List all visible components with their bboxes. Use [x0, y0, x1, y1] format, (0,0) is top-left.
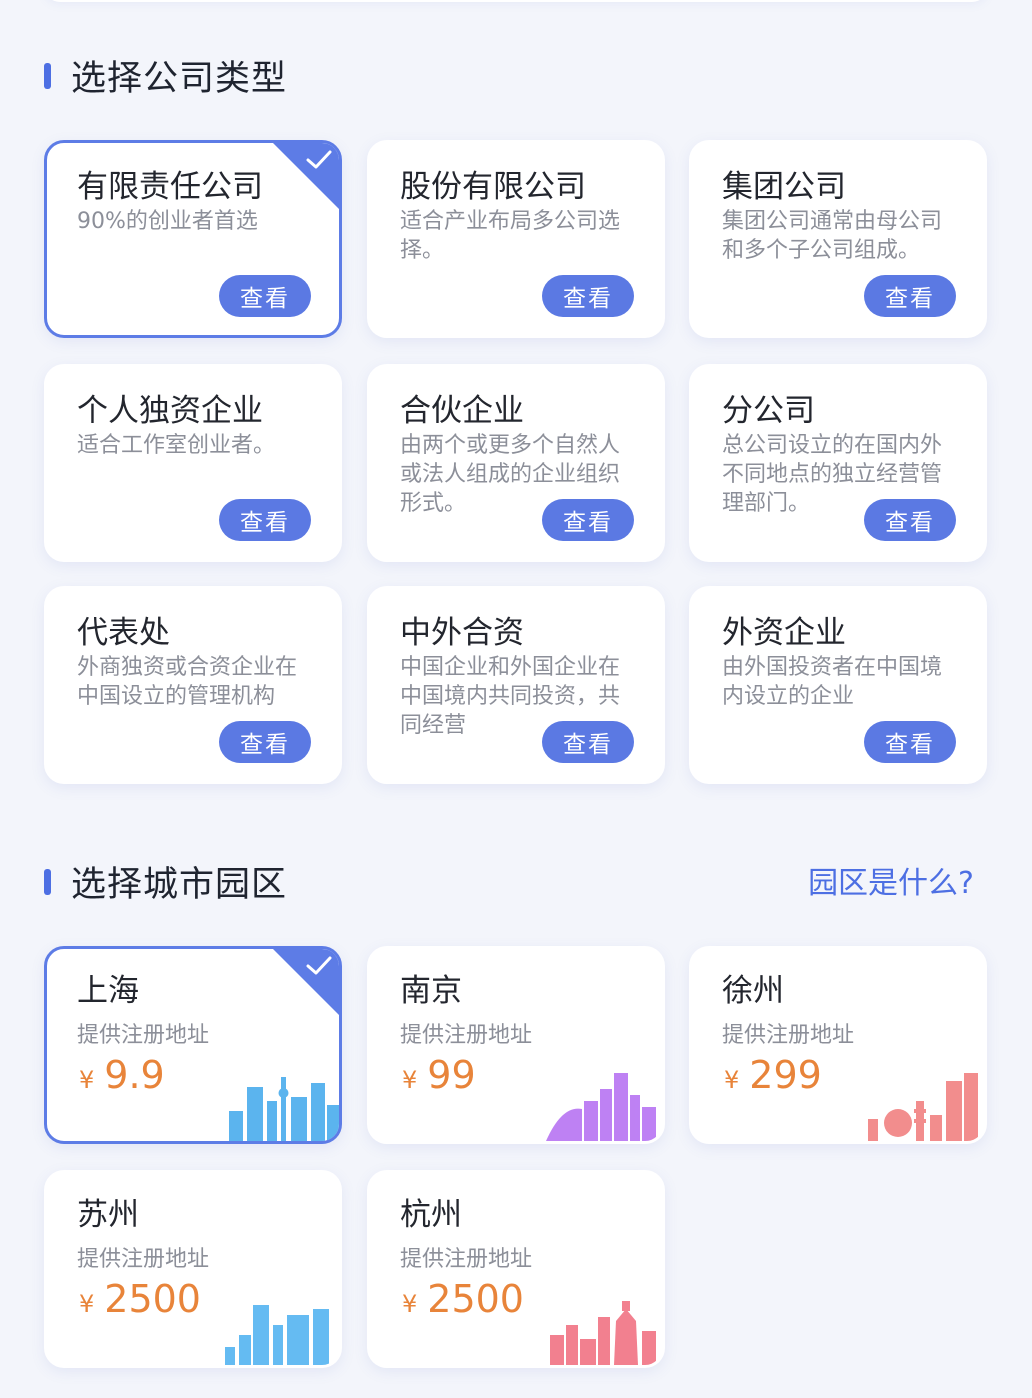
city-desc: 提供注册地址	[77, 1247, 210, 1272]
check-icon	[306, 956, 332, 975]
currency-symbol: ¥	[402, 1066, 418, 1094]
company-type-name: 外资企业	[722, 615, 846, 651]
price-value: 99	[427, 1053, 476, 1097]
price-value: 9.9	[104, 1053, 165, 1097]
view-button[interactable]: 查看	[219, 499, 311, 541]
city-price: ¥99	[402, 1053, 476, 1097]
view-button[interactable]: 查看	[864, 275, 956, 317]
company-type-name: 分公司	[722, 393, 815, 429]
company-type-card[interactable]: 股份有限公司适合产业布局多公司选择。查看	[367, 140, 665, 338]
company-type-card[interactable]: 外资企业由外国投资者在中国境内设立的企业查看	[689, 586, 987, 784]
city-desc: 提供注册地址	[722, 1023, 855, 1048]
city-park-header: 选择城市园区	[44, 856, 287, 907]
company-type-card[interactable]: 代表处外商独资或合资企业在中国设立的管理机构查看	[44, 586, 342, 784]
city-name: 徐州	[722, 973, 784, 1009]
currency-symbol: ¥	[79, 1290, 95, 1318]
company-type-name: 股份有限公司	[400, 169, 586, 205]
company-type-card[interactable]: 集团公司集团公司通常由母公司和多个子公司组成。查看	[689, 140, 987, 338]
company-type-card[interactable]: 中外合资 中国企业和外国企业在中国境内共同投资，共同经营 查看	[367, 586, 665, 784]
company-type-name: 集团公司	[722, 169, 846, 205]
city-name: 苏州	[77, 1197, 139, 1233]
city-park-card[interactable]: 徐州提供注册地址 ¥299	[689, 946, 987, 1144]
city-skyline-icon	[546, 1073, 656, 1141]
check-icon	[306, 150, 332, 169]
section-accent-bar	[44, 62, 51, 89]
company-type-name: 有限责任公司	[77, 169, 263, 205]
price-value: 2500	[427, 1277, 524, 1321]
company-type-desc: 适合产业布局多公司选择。	[400, 209, 621, 263]
company-type-desc: 由外国投资者在中国境内设立的企业	[722, 655, 943, 709]
company-type-card[interactable]: 有限责任公司 90%的创业者首选查看	[44, 140, 342, 338]
city-skyline-icon	[550, 1301, 656, 1365]
city-park-card[interactable]: 上海提供注册地址 ¥9.9	[44, 946, 342, 1144]
view-button[interactable]: 查看	[542, 499, 634, 541]
company-type-header: 选择公司类型	[44, 50, 287, 101]
view-button[interactable]: 查看	[864, 499, 956, 541]
city-price: ¥2500	[79, 1277, 201, 1321]
company-type-name: 中外合资	[400, 615, 524, 651]
company-type-card[interactable]: 合伙企业 由两个或更多个自然人或法人组成的企业组织形式。 查看	[367, 364, 665, 562]
company-type-name: 个人独资企业	[77, 393, 263, 429]
company-type-name: 合伙企业	[400, 393, 524, 429]
company-type-desc: 适合工作室创业者。	[77, 433, 276, 458]
view-button[interactable]: 查看	[219, 275, 311, 317]
city-name: 杭州	[400, 1197, 462, 1233]
company-type-desc: 集团公司通常由母公司和多个子公司组成。	[722, 209, 943, 263]
company-type-card[interactable]: 个人独资企业适合工作室创业者。查看	[44, 364, 342, 562]
currency-symbol: ¥	[724, 1066, 740, 1094]
currency-symbol: ¥	[402, 1290, 418, 1318]
city-price: ¥9.9	[79, 1053, 165, 1097]
park-help-link[interactable]: 园区是什么?	[808, 858, 974, 902]
city-park-card[interactable]: 杭州提供注册地址 ¥2500	[367, 1170, 665, 1368]
company-type-name: 代表处	[77, 615, 170, 651]
view-button[interactable]: 查看	[542, 721, 634, 763]
company-type-desc: 90%的创业者首选	[77, 209, 258, 234]
city-name: 南京	[400, 973, 462, 1009]
company-type-title: 选择公司类型	[71, 59, 288, 99]
city-desc: 提供注册地址	[400, 1247, 533, 1272]
previous-card-edge	[44, 0, 988, 2]
city-price: ¥2500	[402, 1277, 524, 1321]
price-value: 2500	[104, 1277, 201, 1321]
view-button[interactable]: 查看	[219, 721, 311, 763]
view-button[interactable]: 查看	[864, 721, 956, 763]
city-skyline-icon	[229, 1077, 339, 1141]
city-price: ¥299	[724, 1053, 822, 1097]
city-skyline-icon	[225, 1305, 329, 1365]
city-name: 上海	[77, 973, 139, 1009]
company-type-card[interactable]: 分公司 总公司设立的在国内外不同地点的独立经营管理部门。 查看	[689, 364, 987, 562]
section-accent-bar	[44, 868, 51, 895]
view-button[interactable]: 查看	[542, 275, 634, 317]
city-skyline-icon	[868, 1073, 978, 1141]
price-value: 299	[749, 1053, 822, 1097]
city-desc: 提供注册地址	[77, 1023, 210, 1048]
city-park-card[interactable]: 南京提供注册地址 ¥99	[367, 946, 665, 1144]
city-park-title: 选择城市园区	[71, 865, 288, 905]
currency-symbol: ¥	[79, 1066, 95, 1094]
city-park-card[interactable]: 苏州提供注册地址 ¥2500	[44, 1170, 342, 1368]
company-type-desc: 外商独资或合资企业在中国设立的管理机构	[77, 655, 298, 709]
city-desc: 提供注册地址	[400, 1023, 533, 1048]
